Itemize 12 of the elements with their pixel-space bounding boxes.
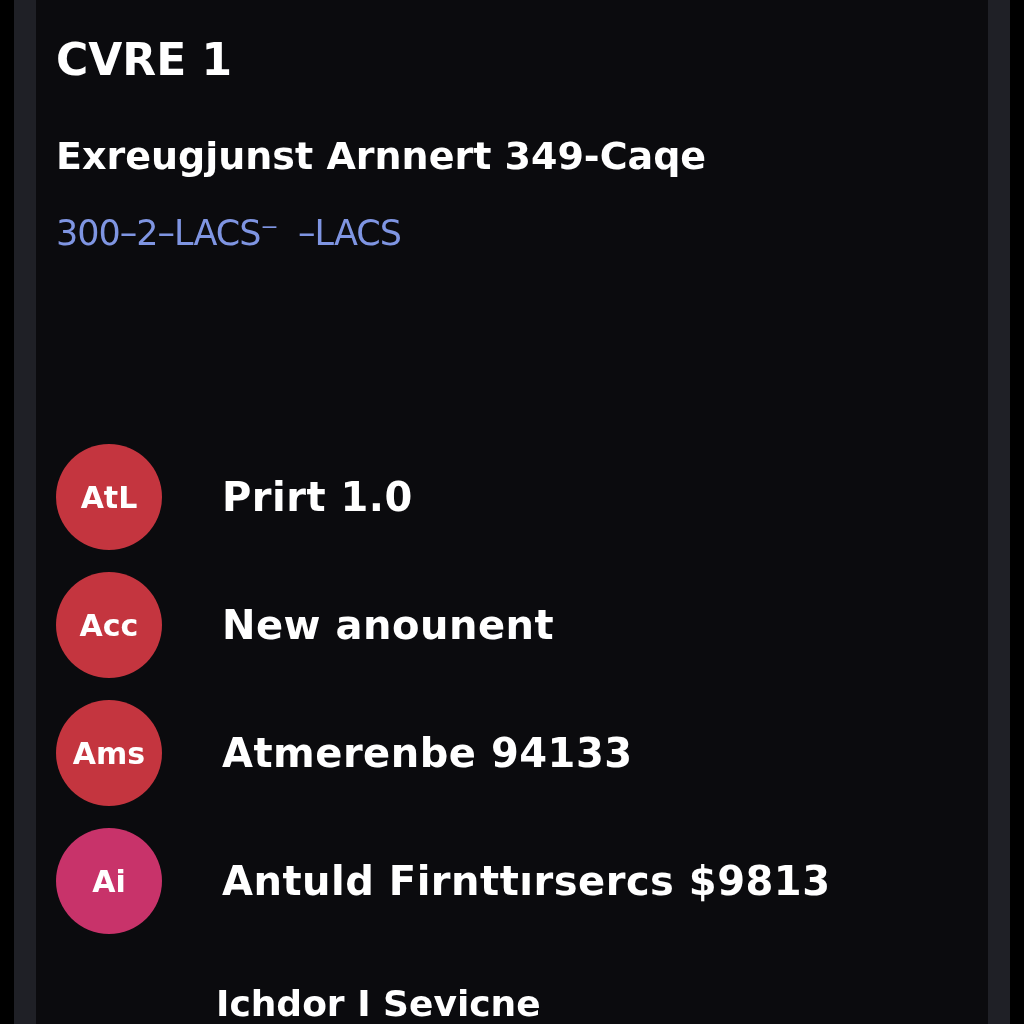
footer-label: Ichdor I Sevicne — [216, 982, 542, 1024]
avatar-badge: Ams — [56, 700, 162, 806]
avatar-badge: Acc — [56, 572, 162, 678]
list-item-label: New anounent — [222, 602, 555, 648]
meta-text: 300–2–LACS⁻ –LACS — [56, 212, 402, 255]
subtitle: Exreugjunst Arnnert 349-Caqe — [56, 133, 708, 180]
title: CVRE 1 — [56, 33, 234, 87]
list-item-label: Prirt 1.0 — [222, 474, 413, 520]
list-item-label: Atmerenbe 94133 — [222, 730, 633, 776]
list-item-label: Antuld Firnttırsercs $9813 — [222, 858, 831, 904]
avatar-badge: AtL — [56, 444, 162, 550]
avatar-badge: Ai — [56, 828, 162, 934]
